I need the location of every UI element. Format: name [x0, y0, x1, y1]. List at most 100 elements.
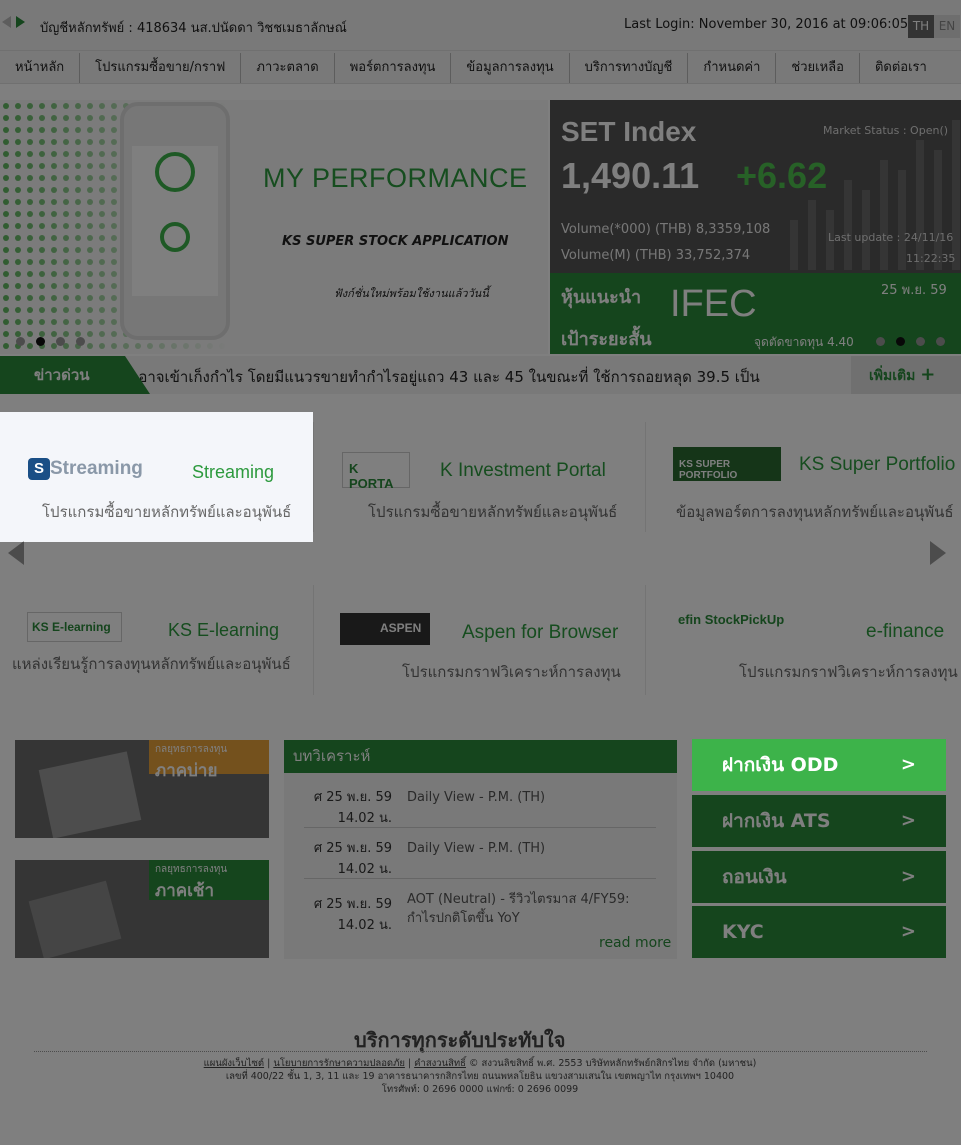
divider [304, 827, 656, 828]
app-desc-superportfolio: ข้อมูลพอร์ตการลงทุนหลักทรัพย์และอนุพันธ์ [676, 503, 954, 521]
promo-tag: กลยุทธการลงทุน [155, 864, 228, 875]
app-desc-streaming: โปรแกรมซื้อขายหลักทรัพย์และอนุพันธ์ [42, 503, 292, 521]
last-update: Last update : 24/11/16 [828, 231, 954, 244]
analysis-title[interactable]: Daily View - P.M. (TH) [407, 790, 545, 805]
analysis-time: 14.02 น. [337, 918, 392, 933]
nav-item-account[interactable]: บริการทางบัญชี [570, 53, 689, 83]
app-name-efinance[interactable]: e-finance [866, 621, 944, 643]
footer-divider [34, 1051, 927, 1052]
recommend-date: 25 พ.ย. 59 [881, 283, 947, 298]
lang-en-button[interactable]: EN [934, 15, 960, 38]
banner-slide-dot[interactable] [56, 337, 65, 346]
analysis-time: 14.02 น. [337, 811, 392, 826]
nav-item-home[interactable]: หน้าหลัก [0, 53, 81, 83]
app-name-kportal[interactable]: K Investment Portal [440, 460, 606, 482]
banner-slide-dot[interactable] [16, 337, 25, 346]
streaming-logo-text: Streaming [50, 458, 143, 480]
promo-afternoon[interactable]: กลยุทธการลงทุน ภาคบ่าย [15, 740, 269, 838]
app-name-elearning[interactable]: KS E-learning [168, 620, 279, 641]
button-label: KYC [722, 921, 764, 943]
analysis-title[interactable]: AOT (Neutral) - รีวิวไตรมาส 4/FY59: กำไร… [407, 890, 647, 928]
analysis-item[interactable]: ศ 25 พ.ย. 59 14.02 น. [302, 837, 392, 879]
analysis-header: บทวิเคราะห์ [284, 740, 677, 773]
footer-contact: โทรศัพท์: 0 2696 0000 แฟกซ์: 0 2696 0099 [381, 1084, 579, 1095]
set-index-change: +6.62 [736, 155, 828, 196]
set-slide-dot[interactable] [916, 337, 925, 346]
account-label: บัญชีหลักทรัพย์ : 418634 นส.ปนัดดา วิชชเ… [40, 21, 347, 36]
deposit-ats-button[interactable]: ฝากเงิน ATS > [692, 795, 946, 847]
analysis-date: ศ 25 พ.ย. 59 [313, 790, 392, 805]
news-more-button[interactable]: เพิ่มเติม + [851, 356, 961, 394]
banner-slide-dot[interactable] [76, 337, 85, 346]
chevron-right-icon: > [900, 810, 916, 831]
promo-title: ภาคบ่าย [155, 761, 218, 781]
next-account-icon[interactable] [16, 16, 25, 28]
nav-item-settings[interactable]: กำหนดค่า [688, 53, 777, 83]
banner-slide-dot[interactable] [36, 337, 45, 346]
coffee-illustration [28, 880, 122, 958]
set-slide-dot[interactable] [876, 337, 885, 346]
nav-item-portfolio[interactable]: พอร์ตการลงทุน [335, 53, 452, 83]
elearning-logo[interactable]: KS E-learning [27, 612, 122, 642]
super-portfolio-logo[interactable]: KS SUPER PORTFOLIO [673, 447, 781, 481]
copyright-link[interactable]: คำสงวนสิทธิ์ [414, 1058, 466, 1069]
kyc-button[interactable]: KYC > [692, 906, 946, 958]
privacy-link[interactable]: นโยบายการรักษาความปลอดภัย [273, 1058, 405, 1069]
divider [313, 585, 314, 695]
efin-logo[interactable]: efin StockPickUp [678, 612, 818, 642]
news-label: ข่าวด่วน [0, 356, 150, 394]
button-label: ฝากเงิน ODD [722, 754, 839, 776]
carousel-next-icon[interactable] [930, 541, 946, 565]
nav-item-help[interactable]: ช่วยเหลือ [776, 53, 860, 83]
analysis-item[interactable]: ศ 25 พ.ย. 59 14.02 น. [302, 893, 392, 935]
main-nav: หน้าหลัก โปรแกรมซื้อขาย/กราฟ ภาวะตลาด พอ… [0, 50, 961, 84]
set-index-value: 1,490.11 [561, 155, 700, 196]
promo-tag: กลยุทธการลงทุน [155, 744, 228, 755]
divider [304, 878, 656, 879]
phone-illustration [120, 102, 230, 340]
app-name-aspen[interactable]: Aspen for Browser [462, 622, 618, 644]
analysis-title[interactable]: Daily View - P.M. (TH) [407, 841, 545, 856]
volume-value: Volume(M) (THB) 33,752,374 [561, 248, 751, 263]
analysis-item[interactable]: ศ 25 พ.ย. 59 14.02 น. [302, 786, 392, 828]
banner-tagline: ฟังก์ชั่นใหม่พร้อมใช้งานแล้ววันนี้ [334, 287, 489, 300]
read-more-link[interactable]: read more [599, 935, 671, 951]
app-desc-aspen: โปรแกรมกราฟวิเคราะห์การลงทุน [402, 663, 621, 681]
promo-morning[interactable]: กลยุทธการลงทุน ภาคเช้า [15, 860, 269, 958]
top-bar: บัญชีหลักทรัพย์ : 418634 นส.ปนัดดา วิชชเ… [0, 0, 961, 50]
prev-account-icon[interactable] [2, 16, 11, 28]
set-slide-dot[interactable] [936, 337, 945, 346]
app-desc-kportal: โปรแกรมซื้อขายหลักทรัพย์และอนุพันธ์ [368, 503, 618, 521]
lang-th-button[interactable]: TH [908, 15, 934, 38]
set-slide-dot[interactable] [896, 337, 905, 346]
chevron-right-icon: > [900, 866, 916, 887]
news-ticker[interactable]: D อาจเข้าเก็งกำไร โดยมีแนวรขายทำกำไรอยู่… [122, 365, 852, 389]
aspen-logo[interactable]: ASPEN [340, 613, 430, 645]
nav-item-info[interactable]: ข้อมูลการลงทุน [451, 53, 570, 83]
deposit-odd-button[interactable]: ฝากเงิน ODD > [692, 739, 946, 791]
divider [645, 585, 646, 695]
nav-item-trading[interactable]: โปรแกรมซื้อขาย/กราฟ [80, 53, 242, 83]
last-login: Last Login: November 30, 2016 at 09:06:0… [624, 17, 909, 32]
divider [313, 422, 314, 532]
app-desc-efinance: โปรแกรมกราฟวิเคราะห์การลงทุน [739, 663, 958, 681]
streaming-logo: S Streaming [28, 458, 143, 480]
app-name-streaming: Streaming [192, 462, 275, 482]
streaming-logo-icon: S [28, 458, 50, 480]
promo-title: ภาคเช้า [155, 881, 215, 901]
withdraw-button[interactable]: ถอนเงิน > [692, 851, 946, 903]
k-porta-logo[interactable]: K PORTA [342, 452, 410, 491]
nav-item-contact[interactable]: ติดต่อเรา [860, 53, 942, 83]
sitemap-link[interactable]: แผนผังเว็บไซต์ [204, 1058, 264, 1069]
carousel-prev-icon[interactable] [8, 541, 24, 565]
nav-item-market[interactable]: ภาวะตลาด [241, 53, 335, 83]
app-name-superportfolio[interactable]: KS Super Portfolio [799, 454, 955, 476]
divider [645, 422, 646, 532]
more-label: เพิ่มเติม [869, 368, 916, 384]
button-label: ถอนเงิน [722, 866, 787, 888]
recommend-symbol: IFEC [670, 283, 757, 325]
chevron-right-icon: > [900, 754, 916, 775]
button-label: ฝากเงิน ATS [722, 810, 831, 832]
banner-title: MY PERFORMANCE [263, 163, 528, 193]
market-status: Market Status : Open() [823, 124, 949, 137]
